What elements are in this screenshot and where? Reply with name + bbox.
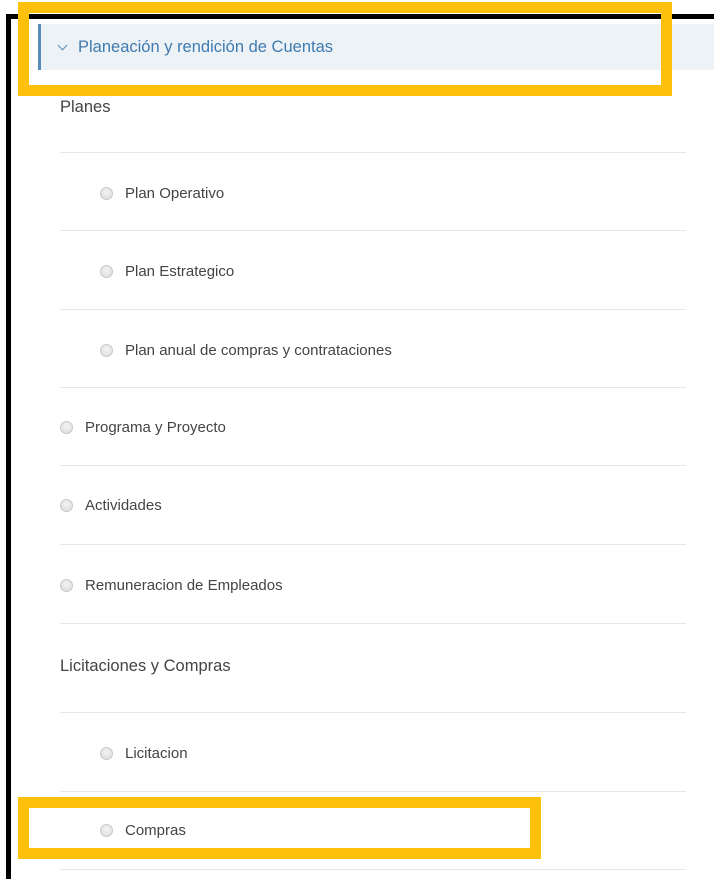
divider bbox=[60, 712, 686, 713]
radio-button[interactable] bbox=[100, 823, 113, 837]
divider bbox=[60, 387, 686, 388]
radio-button[interactable] bbox=[100, 746, 113, 760]
group-title-licitaciones-compras: Licitaciones y Compras bbox=[60, 656, 231, 675]
divider bbox=[60, 309, 686, 310]
list-item-label: Plan Operativo bbox=[125, 184, 225, 202]
list-item-licitacion[interactable]: Licitacion bbox=[60, 738, 686, 768]
divider bbox=[60, 230, 686, 231]
list-item-label: Actividades bbox=[85, 496, 162, 514]
divider bbox=[60, 152, 686, 153]
list-item-programa-proyecto[interactable]: Programa y Proyecto bbox=[60, 412, 686, 442]
radio-button[interactable] bbox=[100, 264, 113, 278]
list-item-plan-estrategico[interactable]: Plan Estrategico bbox=[60, 256, 686, 286]
accordion-header-planeacion[interactable]: Planeación y rendición de Cuentas bbox=[38, 24, 714, 70]
frame-left-border bbox=[6, 14, 11, 879]
list-item-label: Licitacion bbox=[125, 744, 188, 762]
radio-button[interactable] bbox=[60, 498, 73, 512]
frame-top-border bbox=[6, 14, 714, 19]
chevron-down-icon bbox=[57, 40, 68, 50]
divider bbox=[60, 544, 686, 545]
list-item-label: Plan Estrategico bbox=[125, 262, 235, 280]
list-item-label: Programa y Proyecto bbox=[85, 418, 226, 436]
list-item-actividades[interactable]: Actividades bbox=[60, 490, 686, 520]
radio-button[interactable] bbox=[60, 578, 73, 592]
group-title-planes: Planes bbox=[60, 97, 111, 116]
radio-button[interactable] bbox=[100, 186, 113, 200]
list-item-label: Remuneracion de Empleados bbox=[85, 576, 283, 594]
accordion-title: Planeación y rendición de Cuentas bbox=[78, 37, 334, 56]
divider bbox=[60, 869, 686, 870]
list-item-remuneracion-empleados[interactable]: Remuneracion de Empleados bbox=[60, 570, 686, 600]
radio-button[interactable] bbox=[60, 420, 73, 434]
list-item-label: Plan anual de compras y contrataciones bbox=[125, 341, 392, 359]
divider bbox=[60, 465, 686, 466]
list-item-plan-operativo[interactable]: Plan Operativo bbox=[60, 178, 686, 208]
list-item-plan-anual-compras[interactable]: Plan anual de compras y contrataciones bbox=[60, 335, 686, 365]
divider bbox=[60, 623, 686, 624]
divider bbox=[60, 791, 686, 792]
list-item-compras[interactable]: Compras bbox=[60, 815, 686, 845]
list-item-label: Compras bbox=[125, 821, 186, 839]
radio-button[interactable] bbox=[100, 343, 113, 357]
